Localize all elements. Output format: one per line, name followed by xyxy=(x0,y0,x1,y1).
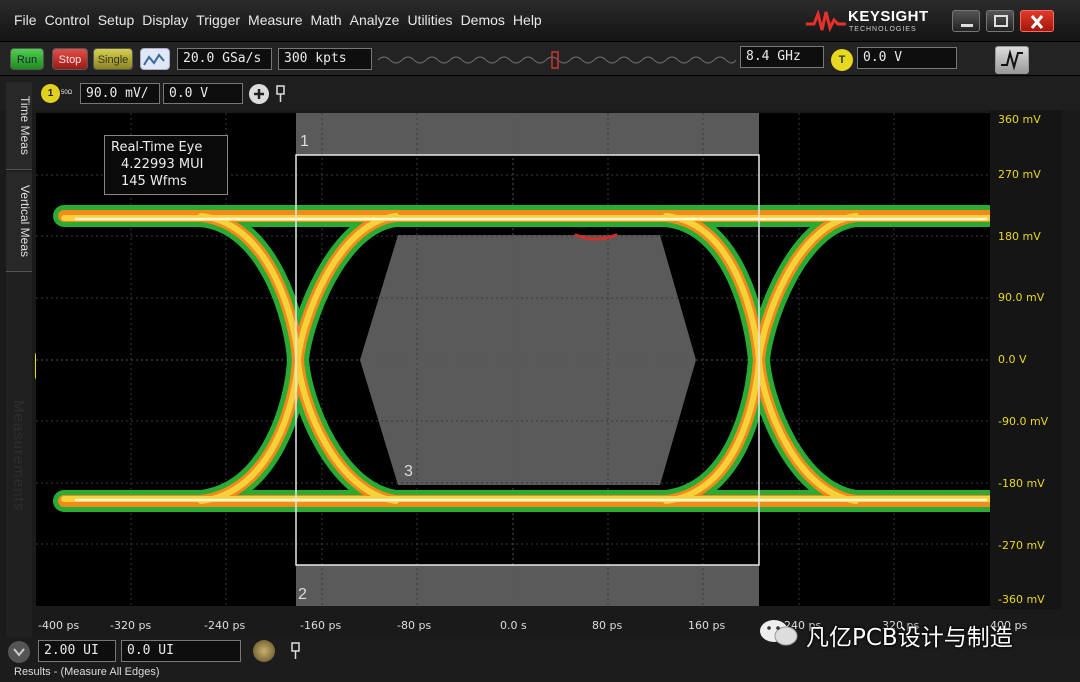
brand-name: KEYSIGHT xyxy=(848,8,929,25)
menu-bar: File Control Setup Display Trigger Measu… xyxy=(0,0,1080,42)
minimize-button[interactable] xyxy=(952,10,980,32)
mask-region-3-label: 3 xyxy=(404,463,413,480)
menu-control[interactable]: Control xyxy=(45,12,90,28)
pin-icon[interactable] xyxy=(273,84,287,104)
waveform-icon xyxy=(1001,49,1023,71)
bandwidth-field[interactable]: 8.4 GHz xyxy=(740,46,824,68)
collapse-button[interactable] xyxy=(8,641,30,663)
brand-sub: TECHNOLOGIES xyxy=(849,26,917,33)
menu-measure[interactable]: Measure xyxy=(248,12,302,28)
channel-impedance: 50Ω xyxy=(61,90,73,96)
horizontal-scale-field[interactable]: 2.00 UI xyxy=(38,640,116,662)
view-window-marker[interactable] xyxy=(551,51,559,69)
vertical-offset-field[interactable]: 0.0 V xyxy=(163,83,243,104)
x-tick-label: -400 ps xyxy=(38,619,80,632)
x-tick-label: -160 ps xyxy=(300,619,342,632)
x-tick-label: -80 ps xyxy=(397,619,432,632)
x-tick-label: -240 ps xyxy=(204,619,246,632)
results-tab[interactable]: Results - (Measure All Edges) xyxy=(14,666,160,678)
close-icon xyxy=(1030,15,1044,29)
channel-1-badge[interactable]: 1 xyxy=(41,84,60,103)
y-tick-label: 180 mV xyxy=(998,230,1041,243)
menu-utilities[interactable]: Utilities xyxy=(407,12,452,28)
menu-demos[interactable]: Demos xyxy=(461,12,505,28)
x-tick-label: -320 ps xyxy=(110,619,152,632)
keysight-wave-icon xyxy=(806,10,846,32)
trigger-source-badge[interactable]: T xyxy=(831,49,853,71)
add-channel-button[interactable] xyxy=(249,84,269,104)
stop-button[interactable]: Stop xyxy=(52,48,88,70)
wechat-watermark: 凡亿PCB设计与制造 xyxy=(756,615,1056,651)
wechat-icon xyxy=(760,620,798,646)
sample-rate-field[interactable]: 20.0 GSa/s xyxy=(177,48,272,70)
restore-button[interactable] xyxy=(986,10,1014,32)
channel-row xyxy=(0,77,1080,110)
pin-icon[interactable] xyxy=(288,641,302,661)
eye-info-title: Real-Time Eye xyxy=(111,140,203,155)
toolbar: Run Stop Single 20.0 GSa/s 300 kpts 8.4 … xyxy=(0,42,1080,76)
eye-info-ui-count: 4.22993 MUI xyxy=(121,157,204,172)
menu-help[interactable]: Help xyxy=(513,12,542,28)
mask-center-polygon xyxy=(360,235,696,485)
autoscale-button[interactable] xyxy=(140,48,170,70)
horizontal-knob[interactable] xyxy=(253,640,275,662)
y-tick-label: 360 mV xyxy=(998,113,1041,126)
single-button[interactable]: Single xyxy=(93,48,133,70)
y-tick-label: -270 mV xyxy=(998,539,1045,552)
memory-depth-field[interactable]: 300 kpts xyxy=(278,48,372,70)
keysight-logo: KEYSIGHT TECHNOLOGIES xyxy=(806,6,942,36)
tab-vertical-meas[interactable]: Vertical Meas xyxy=(6,172,32,272)
menu-display[interactable]: Display xyxy=(142,12,188,28)
mask-region-2-label: 2 xyxy=(298,586,307,603)
watermark-text: 凡亿PCB设计与制造 xyxy=(806,625,1013,651)
run-button[interactable]: Run xyxy=(10,48,44,70)
horizontal-overview-strip[interactable] xyxy=(378,50,736,70)
menu-setup[interactable]: Setup xyxy=(98,12,135,28)
menu-file[interactable]: File xyxy=(14,12,37,28)
menu-math[interactable]: Math xyxy=(311,12,342,28)
trace-shape-button[interactable] xyxy=(995,46,1029,74)
trigger-level-field[interactable]: 0.0 V xyxy=(857,47,957,69)
minimize-icon xyxy=(961,24,973,27)
eye-info-waveforms: 145 Wfms xyxy=(121,174,187,189)
y-tick-label: 0.0 V xyxy=(998,353,1027,366)
real-time-eye-info: Real-Time Eye 4.22993 MUI 145 Wfms xyxy=(104,135,228,195)
close-button[interactable] xyxy=(1020,10,1054,32)
x-tick-label: 160 ps xyxy=(688,619,726,632)
y-tick-label: -180 mV xyxy=(998,477,1045,490)
restore-icon xyxy=(994,15,1008,27)
x-tick-label: 0.0 s xyxy=(500,619,527,632)
horizontal-position-field[interactable]: 0.0 UI xyxy=(121,640,241,662)
measurements-ghost-label: Measurements xyxy=(10,400,27,512)
chevron-down-icon xyxy=(13,648,25,657)
y-tick-label: 270 mV xyxy=(998,168,1041,181)
menu-trigger[interactable]: Trigger xyxy=(196,12,240,28)
plus-icon xyxy=(254,89,264,99)
y-tick-label: 90.0 mV xyxy=(998,291,1045,304)
y-tick-label: -360 mV xyxy=(998,593,1045,606)
autoscale-icon xyxy=(143,53,165,66)
mask-region-1-label: 1 xyxy=(300,133,309,150)
x-tick-label: 80 ps xyxy=(592,619,623,632)
vertical-scale-field[interactable]: 90.0 mV/ xyxy=(80,83,160,104)
menu-analyze[interactable]: Analyze xyxy=(350,12,400,28)
menu-list: File Control Setup Display Trigger Measu… xyxy=(14,12,550,28)
tab-time-meas[interactable]: Time Meas xyxy=(6,82,32,170)
y-tick-label: -90.0 mV xyxy=(998,415,1049,428)
